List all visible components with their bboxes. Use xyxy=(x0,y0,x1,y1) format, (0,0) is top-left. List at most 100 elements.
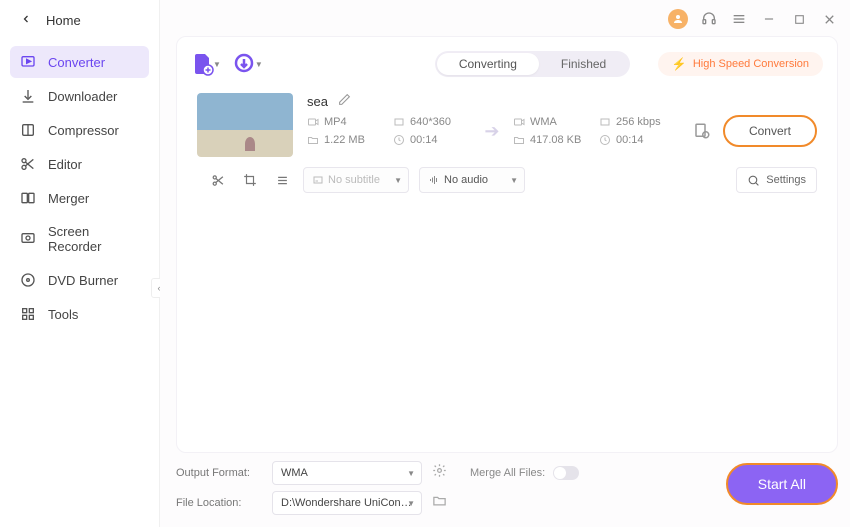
file-meta: sea MP4 1.22 MB 640*360 00:14 ➔ xyxy=(307,93,817,147)
caret-down-icon: ▼ xyxy=(394,176,402,185)
topbar xyxy=(160,0,850,32)
file-name: sea xyxy=(307,94,328,109)
output-format-label: Output Format: xyxy=(176,467,262,479)
sidebar-item-tools[interactable]: Tools xyxy=(10,298,149,330)
sidebar-item-label: Screen Recorder xyxy=(48,224,139,254)
open-folder-icon[interactable] xyxy=(432,493,446,513)
caret-down-icon: ▼ xyxy=(407,469,415,478)
headset-icon[interactable] xyxy=(700,10,718,28)
sidebar-items: Converter Downloader Compressor Editor M… xyxy=(0,42,159,334)
trim-icon[interactable] xyxy=(207,169,229,191)
audio-value: No audio xyxy=(444,174,488,186)
sidebar-item-dvd-burner[interactable]: DVD Burner xyxy=(10,264,149,296)
output-settings-icon[interactable] xyxy=(432,463,446,483)
resolution-icon xyxy=(393,116,405,128)
src-size: 1.22 MB xyxy=(324,134,365,146)
avatar[interactable] xyxy=(668,9,688,29)
settings-label: Settings xyxy=(766,174,806,186)
file-location-label: File Location: xyxy=(176,497,262,509)
sidebar-item-label: DVD Burner xyxy=(48,273,118,288)
high-speed-label: High Speed Conversion xyxy=(693,58,809,70)
tools-icon xyxy=(20,306,36,322)
caret-down-icon: ▼ xyxy=(407,499,415,508)
close-icon[interactable] xyxy=(820,10,838,28)
add-file-button[interactable]: ▼ xyxy=(191,52,221,76)
add-file-icon xyxy=(191,52,215,76)
dst-size: 417.08 KB xyxy=(530,134,581,146)
dst-bitrate: 256 kbps xyxy=(616,116,661,128)
audio-dropdown[interactable]: No audio ▼ xyxy=(419,167,525,193)
sidebar-item-label: Merger xyxy=(48,191,89,206)
sidebar-item-screen-recorder[interactable]: Screen Recorder xyxy=(10,216,149,262)
download-icon xyxy=(20,88,36,104)
sidebar-item-merger[interactable]: Merger xyxy=(10,182,149,214)
bolt-icon: ⚡ xyxy=(672,57,687,71)
sidebar: Home Converter Downloader Compressor Edi… xyxy=(0,0,160,527)
tabs: Converting Finished xyxy=(435,51,630,77)
src-res: 640*360 xyxy=(410,116,451,128)
folder-icon xyxy=(307,134,319,146)
converter-icon xyxy=(20,54,36,70)
arrow-icon: ➔ xyxy=(479,121,505,142)
sidebar-item-label: Downloader xyxy=(48,89,117,104)
subtitle-dropdown[interactable]: No subtitle ▼ xyxy=(303,167,409,193)
file-location-value: D:\Wondershare UniConverter 1 xyxy=(281,497,413,509)
tab-finished[interactable]: Finished xyxy=(539,53,628,75)
src-format: MP4 xyxy=(324,116,347,128)
output-format-dropdown[interactable]: WMA ▼ xyxy=(272,461,422,485)
dst-format: WMA xyxy=(530,116,557,128)
clock-icon xyxy=(599,134,611,146)
sidebar-item-label: Compressor xyxy=(48,123,119,138)
compress-icon xyxy=(20,122,36,138)
folder-icon xyxy=(513,134,525,146)
sidebar-header: Home xyxy=(0,0,159,42)
add-download-button[interactable]: ▼ xyxy=(233,52,263,76)
controls-row: No subtitle ▼ No audio ▼ Settings xyxy=(191,165,823,199)
video-icon xyxy=(513,116,525,128)
sidebar-item-editor[interactable]: Editor xyxy=(10,148,149,180)
resolution-icon xyxy=(599,116,611,128)
sidebar-item-converter[interactable]: Converter xyxy=(10,46,149,78)
sidebar-item-label: Editor xyxy=(48,157,82,172)
caret-down-icon: ▼ xyxy=(510,176,518,185)
sidebar-item-label: Tools xyxy=(48,307,78,322)
file-location-dropdown[interactable]: D:\Wondershare UniConverter 1 ▼ xyxy=(272,491,422,515)
home-label: Home xyxy=(46,13,81,28)
convert-button[interactable]: Convert xyxy=(723,115,817,147)
menu-icon[interactable] xyxy=(730,10,748,28)
tab-converting[interactable]: Converting xyxy=(437,53,539,75)
content-card: ▼ ▼ Converting Finished ⚡ High Speed Con… xyxy=(176,36,838,453)
dst-dur: 00:14 xyxy=(616,134,644,146)
sidebar-item-compressor[interactable]: Compressor xyxy=(10,114,149,146)
dvd-icon xyxy=(20,272,36,288)
file-settings-icon[interactable] xyxy=(693,122,711,140)
file-row: sea MP4 1.22 MB 640*360 00:14 ➔ xyxy=(191,81,823,165)
settings-button[interactable]: Settings xyxy=(736,167,817,193)
screen-recorder-icon xyxy=(20,231,36,247)
edit-name-icon[interactable] xyxy=(338,93,351,109)
crop-icon[interactable] xyxy=(239,169,261,191)
back-icon[interactable] xyxy=(20,12,32,28)
main: ▼ ▼ Converting Finished ⚡ High Speed Con… xyxy=(160,0,850,527)
sidebar-item-downloader[interactable]: Downloader xyxy=(10,80,149,112)
subtitle-value: No subtitle xyxy=(328,174,380,186)
search-gear-icon xyxy=(747,174,760,187)
video-icon xyxy=(307,116,319,128)
video-thumbnail[interactable] xyxy=(197,93,293,157)
output-format-value: WMA xyxy=(281,467,308,479)
minimize-icon[interactable] xyxy=(760,10,778,28)
toolbar: ▼ ▼ Converting Finished ⚡ High Speed Con… xyxy=(191,47,823,81)
scissors-icon xyxy=(20,156,36,172)
maximize-icon[interactable] xyxy=(790,10,808,28)
sidebar-item-label: Converter xyxy=(48,55,105,70)
clock-icon xyxy=(393,134,405,146)
high-speed-badge[interactable]: ⚡ High Speed Conversion xyxy=(658,52,823,76)
add-download-icon xyxy=(233,52,257,76)
list-icon[interactable] xyxy=(271,169,293,191)
src-dur: 00:14 xyxy=(410,134,438,146)
merge-label: Merge All Files: xyxy=(470,467,545,479)
start-all-button[interactable]: Start All xyxy=(726,463,838,505)
merge-toggle[interactable] xyxy=(553,466,579,480)
bottom-bar: Output Format: WMA ▼ Merge All Files: Fi… xyxy=(176,461,838,515)
merger-icon xyxy=(20,190,36,206)
